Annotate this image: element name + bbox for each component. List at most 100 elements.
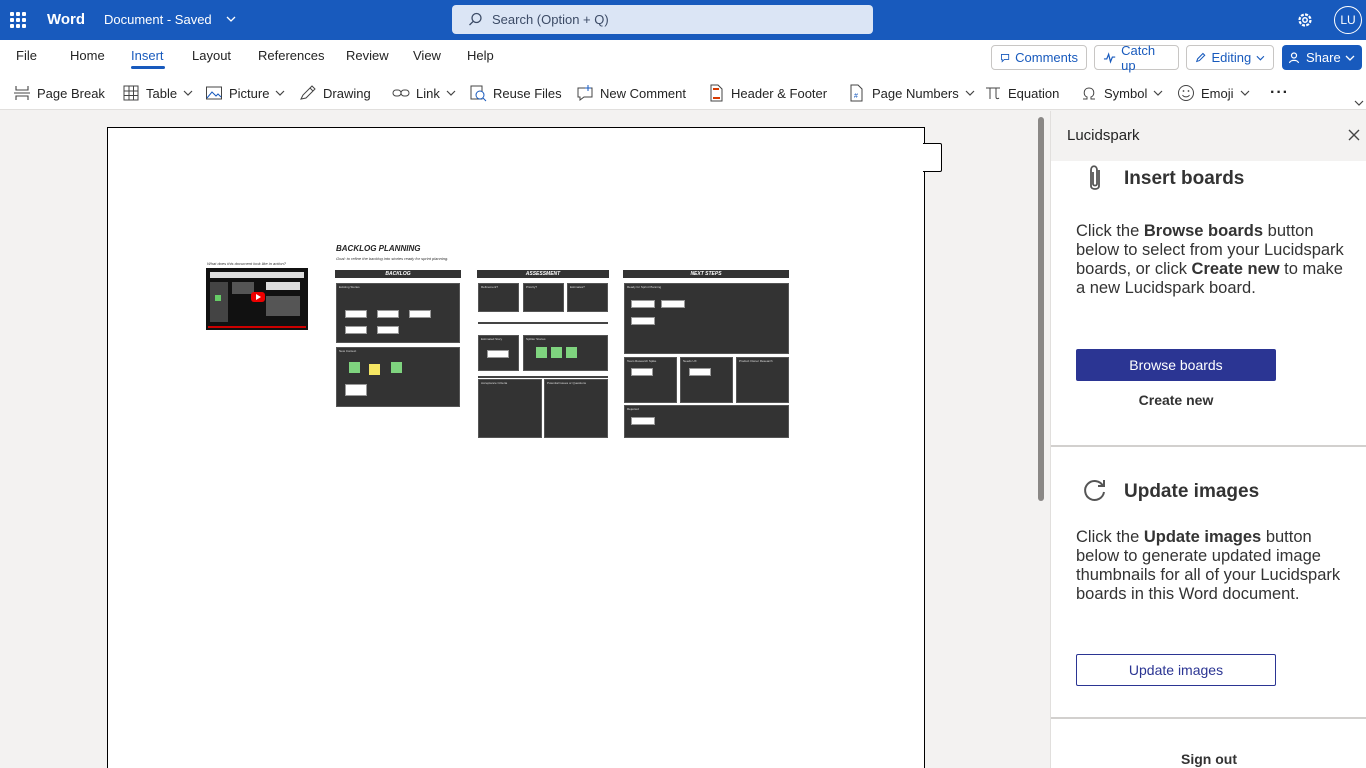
block-label: Refinement?: [481, 285, 499, 289]
omega-symbol-icon: [1083, 87, 1095, 100]
title-bar: Word Document - Saved Search (Option + Q…: [0, 0, 1366, 40]
emoji-icon: [1178, 85, 1194, 101]
active-tab-indicator: [131, 66, 165, 69]
chevron-down-icon: [276, 90, 285, 96]
equation-button[interactable]: Equation: [984, 82, 1059, 104]
tab-help[interactable]: Help: [467, 48, 494, 63]
insert-boards-description: Click the Browse boards button below to …: [1076, 222, 1344, 297]
tab-layout[interactable]: Layout: [192, 48, 231, 63]
search-box[interactable]: Search (Option + Q): [452, 5, 873, 34]
header-footer-button[interactable]: Header & Footer: [707, 82, 827, 104]
reuse-files-button[interactable]: Reuse Files: [469, 82, 562, 104]
share-label: Share: [1306, 50, 1341, 65]
insert-ribbon: Page Break Table Picture Drawing Link Re…: [0, 76, 1366, 110]
sign-out-link[interactable]: Sign out: [1051, 751, 1366, 767]
symbol-button[interactable]: Symbol: [1080, 82, 1163, 104]
close-icon[interactable]: [1347, 128, 1361, 142]
equation-pi-icon: [986, 87, 1000, 100]
chevron-down-icon: [1256, 55, 1265, 61]
table-icon: [123, 85, 139, 101]
page-break-button[interactable]: Page Break: [13, 82, 105, 104]
app-name[interactable]: Word: [47, 11, 85, 28]
board-block-rejected: Rejected: [624, 405, 789, 438]
chevron-down-icon: [183, 90, 193, 96]
picture-label: Picture: [229, 85, 270, 101]
svg-text:#: #: [854, 93, 858, 100]
equation-label: Equation: [1008, 85, 1060, 101]
refresh-icon: [1084, 479, 1105, 501]
tab-insert[interactable]: Insert: [131, 48, 164, 63]
comments-button[interactable]: Comments: [991, 45, 1087, 70]
chevron-down-icon: [965, 90, 975, 96]
comment-icon: [1001, 53, 1010, 63]
tab-view[interactable]: View: [413, 48, 441, 63]
block-label: Team Research Spike: [627, 359, 657, 363]
board-block-ready-sprint: Ready for Sprint Planning: [624, 283, 789, 354]
video-caption: What does this document look like in act…: [207, 261, 286, 266]
share-button[interactable]: Share: [1282, 45, 1362, 70]
board-block-story-sizes: Estimated Story: [478, 335, 519, 371]
block-label: Ready for Sprint Planning: [627, 285, 662, 289]
paperclip-icon: [1090, 165, 1100, 190]
board-block-acceptance: Acceptance Criteria: [478, 379, 542, 438]
update-images-button[interactable]: Update images: [1076, 654, 1276, 686]
block-label: Splitter Stories: [526, 337, 546, 341]
pulse-icon: [1103, 51, 1116, 64]
document-title[interactable]: Document - Saved: [104, 12, 212, 27]
board-block-priority: Priority?: [523, 283, 564, 312]
new-comment-button[interactable]: New Comment: [576, 82, 686, 104]
section-divider: [1051, 717, 1366, 719]
link-label: Link: [416, 85, 440, 101]
avatar[interactable]: LU: [1334, 6, 1362, 34]
tab-file[interactable]: File: [16, 48, 37, 63]
page-numbers-icon: #: [850, 84, 863, 102]
document-page[interactable]: [107, 127, 925, 768]
drawing-button[interactable]: Drawing: [299, 82, 371, 104]
chevron-down-icon: [1153, 90, 1163, 96]
gear-icon[interactable]: [1295, 10, 1315, 30]
page-numbers-button[interactable]: # Page Numbers: [848, 82, 975, 104]
picture-button[interactable]: Picture: [205, 82, 285, 104]
band-backlog: BACKLOG: [335, 270, 461, 278]
catch-up-label: Catch up: [1121, 42, 1156, 73]
search-icon: [469, 12, 482, 26]
editing-label: Editing: [1211, 50, 1252, 65]
tab-home[interactable]: Home: [70, 48, 105, 63]
board-block-new: New Context: [336, 347, 460, 407]
catch-up-button[interactable]: Catch up: [1094, 42, 1179, 73]
app-launcher-icon[interactable]: [10, 12, 26, 28]
scrollbar-thumb[interactable]: [1038, 117, 1044, 501]
browse-boards-button[interactable]: Browse boards: [1076, 349, 1276, 381]
emoji-button[interactable]: Emoji: [1177, 82, 1250, 104]
comments-label: Comments: [1015, 50, 1078, 65]
pane-header: Lucidspark: [1051, 111, 1366, 161]
page-break-icon: [14, 86, 30, 100]
more-options-icon: ···: [1270, 84, 1289, 101]
pane-title: Lucidspark: [1067, 127, 1140, 144]
board-block-product: Product Owner Research: [736, 357, 789, 403]
ribbon-expand-chevron-icon[interactable]: [1354, 98, 1364, 108]
new-comment-icon: [577, 85, 593, 101]
tab-review[interactable]: Review: [346, 48, 389, 63]
block-label: Rejected: [627, 407, 639, 411]
block-label: Potential Issues or Questions: [547, 381, 587, 385]
table-button[interactable]: Table: [122, 82, 193, 104]
editing-mode-button[interactable]: Editing: [1186, 45, 1274, 70]
video-thumbnail[interactable]: [206, 268, 308, 330]
chevron-down-icon[interactable]: [225, 13, 237, 25]
block-label: Estimates?: [570, 285, 585, 289]
insert-boards-heading: Insert boards: [1124, 168, 1245, 189]
band-next-steps: NEXT STEPS: [623, 270, 789, 278]
link-button[interactable]: Link: [392, 82, 456, 104]
more-options-button[interactable]: ···: [1270, 82, 1289, 104]
header-footer-icon: [710, 84, 723, 102]
chevron-down-icon: [1240, 90, 1249, 96]
pencil-icon: [1195, 52, 1206, 63]
board-block-existing: Existing Stories: [336, 283, 460, 343]
page-break-label: Page Break: [37, 85, 105, 101]
create-new-button[interactable]: Create new: [1076, 392, 1276, 412]
symbol-label: Symbol: [1104, 85, 1148, 101]
tab-references[interactable]: References: [258, 48, 324, 63]
board-block-refinement: Refinement?: [478, 283, 519, 312]
band-assessment: ASSESSMENT: [477, 270, 609, 278]
